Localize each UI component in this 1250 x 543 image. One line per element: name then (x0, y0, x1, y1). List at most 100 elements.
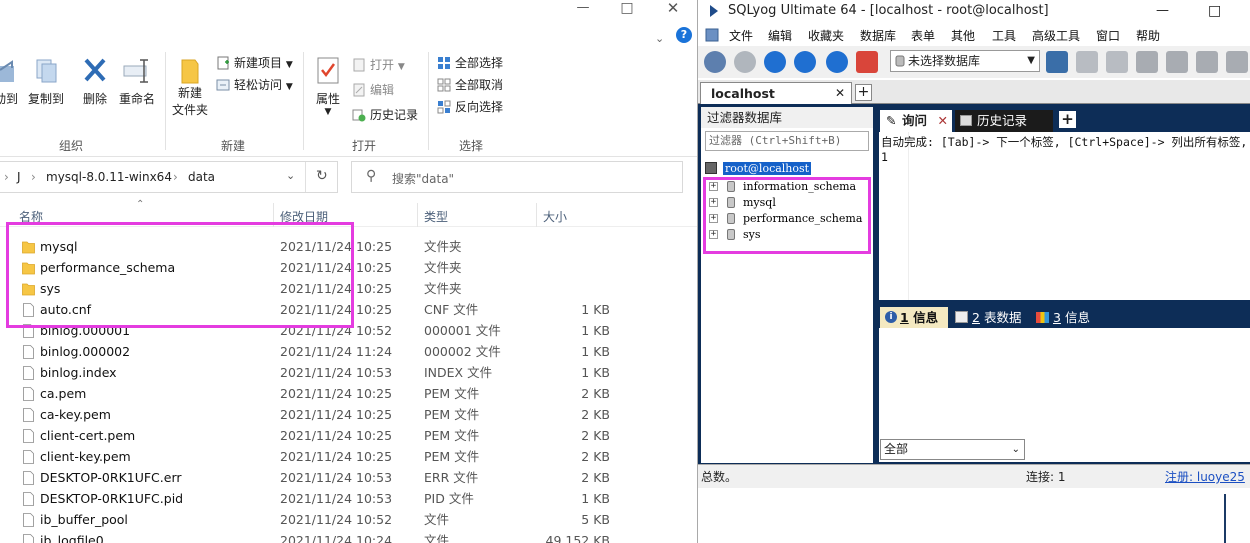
execute-query-icon[interactable] (764, 51, 786, 73)
file-row[interactable]: DESKTOP-0RK1UFC.err 2021/11/24 10:53 ERR 文… (0, 467, 697, 488)
refresh-icon[interactable]: ↻ (316, 168, 328, 184)
easy-access-button[interactable]: 轻松访问 ▼ (216, 75, 293, 95)
invert-selection-button[interactable]: 反向选择 (437, 97, 503, 117)
help-icon[interactable]: ? (676, 27, 692, 43)
menu-others[interactable]: 其他 (951, 27, 975, 44)
new-folder-button[interactable]: 新建 文件夹 (170, 56, 210, 118)
file-row[interactable]: binlog.000002 2021/11/24 11:24 000002 文件 1 … (0, 341, 697, 362)
menu-database[interactable]: 数据库 (860, 27, 896, 44)
file-type: PEM 文件 (424, 428, 480, 443)
connection-tab-localhost[interactable]: localhost ✕ (700, 82, 852, 105)
search-box[interactable]: ⚲ 搜索"data" (351, 161, 683, 193)
rename-button[interactable]: 重命名 (118, 56, 156, 107)
select-none-button[interactable]: 全部取消 (437, 75, 503, 95)
open-button[interactable]: 打开 ▼ (352, 55, 405, 75)
column-size[interactable]: 大小 (543, 208, 567, 225)
query-builder-icon[interactable] (1226, 51, 1248, 73)
menu-powertools[interactable]: 高级工具 (1032, 27, 1080, 44)
minimize-button[interactable]: — (1156, 0, 1169, 22)
tab-table-data[interactable]: 2 表数据 (952, 307, 1028, 328)
group-label-new: 新建 (220, 139, 245, 153)
file-size: 1 KB (581, 491, 610, 506)
file-row[interactable]: DESKTOP-0RK1UFC.pid 2021/11/24 10:53 PID 文… (0, 488, 697, 509)
new-connection-icon[interactable] (704, 51, 726, 73)
register-link[interactable]: 注册: luoye25 (1165, 465, 1245, 489)
breadcrumb-item[interactable]: J (17, 170, 21, 184)
file-row[interactable]: ib_buffer_pool 2021/11/24 10:52 文件 5 KB (0, 509, 697, 530)
refresh-icon[interactable] (826, 51, 848, 73)
toolbar: 未选择数据库 ▼ (698, 46, 1250, 78)
schema-designer-icon[interactable] (856, 51, 878, 73)
tab-messages[interactable]: i 1 信息 (880, 307, 948, 328)
close-button[interactable]: ✕ (650, 0, 696, 22)
menu-tools[interactable]: 工具 (992, 27, 1016, 44)
export-icon[interactable] (1166, 51, 1188, 73)
filter-input[interactable]: 过滤器 (Ctrl+Shift+B) (705, 131, 869, 151)
column-divider[interactable] (417, 203, 418, 227)
file-icon (23, 387, 34, 401)
new-item-button[interactable]: 新建项目 ▼ (216, 53, 293, 73)
column-divider[interactable] (536, 203, 537, 227)
tab-history-label: 历史记录 (977, 113, 1028, 128)
execute-all-icon[interactable] (794, 51, 816, 73)
maximize-button[interactable]: □ (1208, 0, 1221, 22)
query-pane: ✎ 询问 ✕ 历史记录 + 自动完成: [Tab]-> 下一个标签, [Ctrl… (879, 107, 1250, 300)
file-row[interactable]: client-key.pem 2021/11/24 10:25 PEM 文件 2 KB (0, 446, 697, 467)
maximize-button[interactable]: □ (604, 0, 650, 22)
select-all-button[interactable]: 全部选择 (437, 53, 503, 73)
tab-info[interactable]: 3 信息 (1033, 307, 1099, 328)
menu-favorites[interactable]: 收藏夹 (808, 27, 844, 44)
move-to-button[interactable]: 动到 (0, 56, 22, 107)
message-filter-select[interactable]: 全部 ⌄ (880, 439, 1025, 460)
close-icon[interactable]: ✕ (938, 110, 948, 132)
table-icon[interactable] (1196, 51, 1218, 73)
history-button[interactable]: 历史记录 (352, 105, 418, 125)
background-area (698, 488, 1250, 543)
database-select[interactable]: 未选择数据库 ▼ (890, 50, 1040, 72)
menu-table[interactable]: 表单 (911, 27, 935, 44)
user-manager-icon[interactable] (1046, 51, 1068, 73)
breadcrumb-item[interactable]: data (188, 170, 215, 184)
ribbon: — □ ✕ ⌄ ? 动到 复制到 删除 重命名 新建 文件夹 新建项目 (0, 0, 697, 157)
close-icon[interactable]: ✕ (835, 83, 845, 104)
properties-button[interactable]: 属性 ▼ (310, 56, 346, 117)
file-row[interactable]: ib_logfile0 2021/11/24 10:24 文件 49,152 KB (0, 530, 697, 543)
file-explorer-window: — □ ✕ ⌄ ? 动到 复制到 删除 重命名 新建 文件夹 新建项目 (0, 0, 697, 543)
restore-icon[interactable] (1106, 51, 1128, 73)
connection-manager-icon[interactable] (734, 51, 756, 73)
delete-button[interactable]: 删除 (78, 56, 112, 107)
tab-query[interactable]: ✎ 询问 ✕ (880, 110, 952, 132)
address-bar[interactable]: › J › mysql-8.0.11-winx64 › data ⌄ ↻ (0, 161, 338, 193)
file-type: CNF 文件 (424, 302, 479, 317)
invert-selection-label: 反向选择 (455, 100, 504, 114)
ribbon-separator (428, 52, 429, 150)
menu-file[interactable]: 文件 (729, 27, 753, 44)
breadcrumb-item[interactable]: mysql-8.0.11-winx64 (46, 170, 172, 184)
add-connection-tab-button[interactable]: + (855, 84, 872, 101)
menu-window[interactable]: 窗口 (1096, 27, 1120, 44)
history-label: 历史记录 (370, 108, 419, 122)
history-icon (352, 109, 366, 122)
minimize-button[interactable]: — (560, 0, 606, 22)
import-icon[interactable] (1136, 51, 1158, 73)
column-type[interactable]: 类型 (424, 208, 448, 225)
menu-edit[interactable]: 编辑 (768, 27, 792, 44)
menu-help[interactable]: 帮助 (1136, 27, 1160, 44)
tab-history[interactable]: 历史记录 (955, 110, 1053, 132)
file-row[interactable]: ca-key.pem 2021/11/24 10:25 PEM 文件 2 KB (0, 404, 697, 425)
chevron-down-icon[interactable]: ⌄ (286, 169, 295, 182)
query-editor[interactable]: 自动完成: [Tab]-> 下一个标签, [Ctrl+Space]-> 列出所有… (879, 132, 1250, 300)
file-row[interactable]: client-cert.pem 2021/11/24 10:25 PEM 文件 2 K… (0, 425, 697, 446)
copy-to-button[interactable]: 复制到 (24, 56, 68, 107)
edit-button[interactable]: 编辑 (352, 80, 394, 100)
file-row[interactable]: binlog.index 2021/11/24 10:53 INDEX 文件 1 KB (0, 362, 697, 383)
status-bar: 总数。 连接: 1 注册: luoye25 (698, 464, 1250, 488)
tree-root-connection[interactable]: root@localhost (723, 162, 812, 175)
backup-icon[interactable] (1076, 51, 1098, 73)
collapse-ribbon-icon[interactable]: ⌄ (655, 32, 664, 45)
search-input[interactable]: 搜索"data" (392, 170, 454, 187)
app-menu-icon[interactable] (705, 28, 719, 42)
open-label: 打开 (370, 58, 395, 72)
file-row[interactable]: ca.pem 2021/11/24 10:25 PEM 文件 2 KB (0, 383, 697, 404)
add-query-tab-button[interactable]: + (1059, 111, 1076, 128)
